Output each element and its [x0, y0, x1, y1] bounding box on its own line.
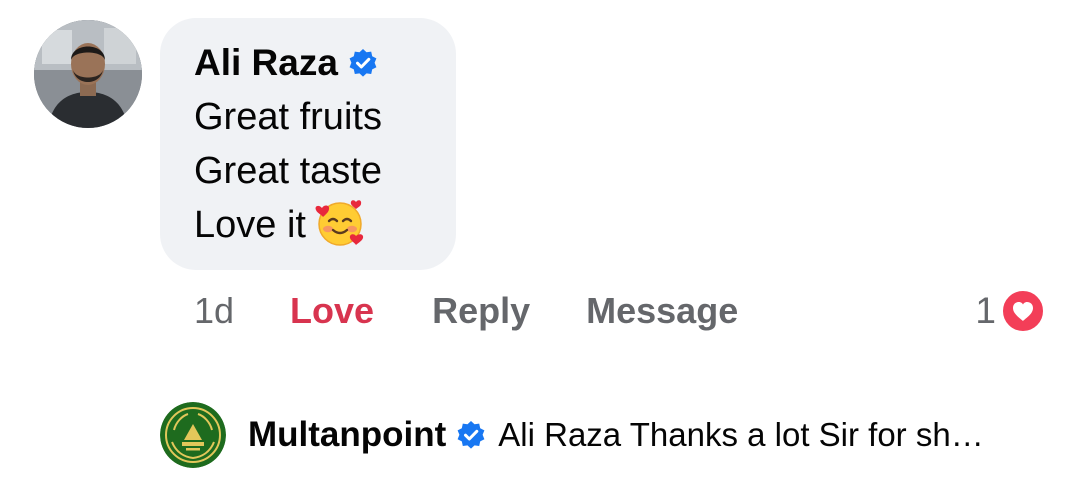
- reply-author-avatar[interactable]: [160, 402, 226, 468]
- love-button[interactable]: Love: [290, 290, 374, 332]
- verified-badge-icon: [456, 420, 486, 450]
- comment-thread: Ali Raza Great fruits Great taste Love i…: [0, 0, 1080, 489]
- comment-header: Ali Raza: [194, 40, 456, 86]
- avatar[interactable]: [34, 20, 142, 128]
- comment-author-name[interactable]: Ali Raza: [194, 40, 338, 86]
- reply-button[interactable]: Reply: [432, 290, 530, 332]
- reply-preview-text: Ali Raza Thanks a lot Sir for sh…: [498, 416, 984, 453]
- reaction-count: 1: [975, 290, 996, 331]
- comment-text: Great fruits Great taste Love it: [194, 90, 456, 252]
- reaction-summary[interactable]: 1: [975, 288, 1046, 334]
- comment-line: Great taste: [194, 150, 382, 192]
- comment-line: Great fruits: [194, 96, 382, 138]
- comment-timestamp[interactable]: 1d: [194, 290, 234, 332]
- comment-actions: 1d Love Reply Message: [194, 288, 738, 334]
- smiling-face-with-hearts-emoji: [314, 196, 366, 248]
- verified-badge-icon: [348, 48, 378, 78]
- love-reaction-icon: [1000, 288, 1046, 334]
- comment-line: Love it: [194, 198, 456, 252]
- comment-bubble[interactable]: Ali Raza Great fruits Great taste Love i…: [160, 18, 456, 270]
- message-button[interactable]: Message: [586, 290, 738, 332]
- reply-preview[interactable]: Multanpoint Ali Raza Thanks a lot Sir fo…: [248, 412, 984, 458]
- reply-author-name[interactable]: Multanpoint: [248, 415, 446, 455]
- comment-line-text: Love it: [194, 204, 306, 246]
